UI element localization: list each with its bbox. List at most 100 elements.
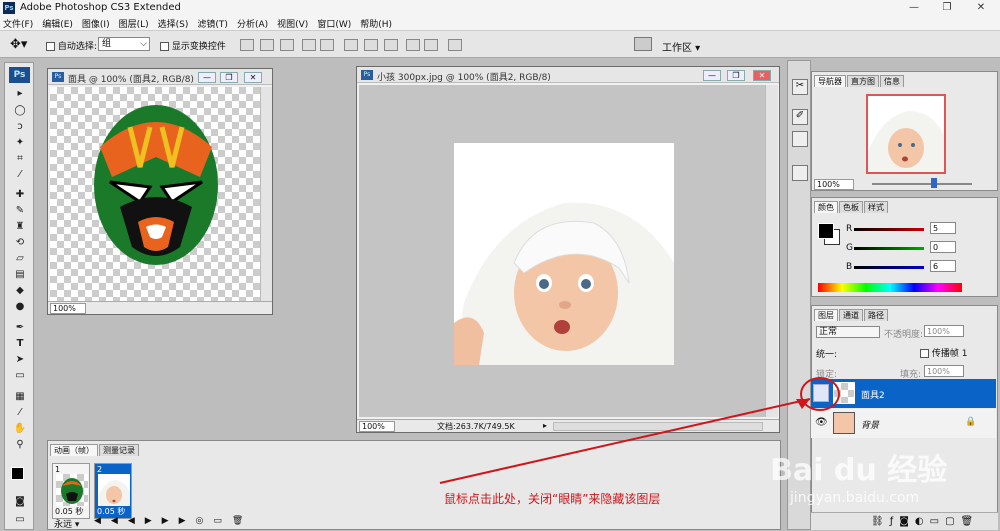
- path-select-icon[interactable]: ➤: [13, 353, 27, 366]
- show-transform-wrap[interactable]: 显示变换控件: [160, 39, 226, 52]
- dodge-tool-icon[interactable]: ●: [13, 300, 27, 313]
- menu-filter[interactable]: 滤镜(T): [197, 17, 228, 30]
- menu-view[interactable]: 视图(V): [277, 17, 308, 30]
- r-slider[interactable]: [854, 228, 924, 231]
- tab-measurement-log[interactable]: 测量记录: [99, 444, 139, 456]
- slice-tool-icon[interactable]: ⁄: [13, 168, 27, 181]
- distribute-left-icon[interactable]: [406, 39, 420, 51]
- show-transform-checkbox[interactable]: [160, 42, 169, 51]
- magic-wand-icon[interactable]: ✦: [13, 136, 27, 149]
- type-tool-icon[interactable]: T: [13, 337, 27, 350]
- restore-button[interactable]: ❐: [727, 70, 745, 81]
- tab-styles[interactable]: 样式: [864, 201, 888, 213]
- quick-mask-icon[interactable]: ◙: [13, 495, 27, 508]
- align-top-icon[interactable]: [240, 39, 254, 51]
- hand-tool-icon[interactable]: ✋: [13, 422, 27, 435]
- tab-navigator[interactable]: 导航器: [814, 75, 846, 87]
- frame-2[interactable]: 2 0.05 秒: [94, 463, 132, 519]
- close-button[interactable]: ✕: [244, 72, 262, 83]
- frame-delay[interactable]: 0.05 秒: [55, 506, 83, 517]
- move-tool-icon[interactable]: ✥▾: [10, 37, 27, 52]
- tab-layers[interactable]: 图层: [814, 309, 838, 321]
- crop-tool-icon[interactable]: ⌗: [13, 152, 27, 165]
- menu-window[interactable]: 窗口(W): [317, 17, 351, 30]
- foreground-color-swatch[interactable]: [11, 467, 24, 480]
- b-slider[interactable]: [854, 266, 924, 269]
- auto-select-checkbox-wrap[interactable]: 自动选择:: [46, 39, 97, 52]
- minimize-button[interactable]: —: [703, 70, 721, 81]
- minimize-button[interactable]: —: [905, 2, 923, 14]
- eraser-tool-icon[interactable]: ▱: [13, 252, 27, 265]
- layer-row-background[interactable]: 👁 背景 🔒: [811, 409, 996, 438]
- healing-brush-icon[interactable]: ✚: [13, 188, 27, 201]
- bridge-icon[interactable]: [634, 37, 652, 51]
- menu-edit[interactable]: 编辑(E): [42, 17, 73, 30]
- restore-button[interactable]: ❐: [938, 2, 956, 14]
- opacity-field[interactable]: 100%: [924, 325, 964, 337]
- vertical-scrollbar[interactable]: [260, 87, 272, 301]
- distribute-top-icon[interactable]: [344, 39, 358, 51]
- loop-select[interactable]: 永远 ▾: [54, 517, 79, 530]
- navigator-zoom-field[interactable]: 100%: [814, 179, 854, 190]
- gradient-tool-icon[interactable]: ▤: [13, 268, 27, 281]
- close-button[interactable]: ✕: [753, 70, 771, 81]
- move-tool-icon[interactable]: ▸: [13, 87, 27, 100]
- menu-layer[interactable]: 图层(L): [119, 17, 149, 30]
- zoom-field[interactable]: 100%: [359, 421, 395, 432]
- align-hcenter-icon[interactable]: [320, 39, 334, 51]
- clone-source-icon[interactable]: [792, 131, 808, 147]
- align-vcenter-icon[interactable]: [260, 39, 274, 51]
- workspace-button[interactable]: 工作区 ▾: [662, 39, 700, 54]
- vertical-scrollbar[interactable]: [765, 85, 778, 417]
- tab-channels[interactable]: 通道: [839, 309, 863, 321]
- notes-tool-icon[interactable]: ▦: [13, 390, 27, 403]
- history-icon[interactable]: [792, 165, 808, 181]
- align-bottom-icon[interactable]: [280, 39, 294, 51]
- canvas-mask[interactable]: [50, 87, 260, 301]
- color-spectrum-bar[interactable]: [818, 283, 962, 292]
- lasso-tool-icon[interactable]: ↄ: [13, 120, 27, 133]
- auto-select-dropdown[interactable]: 组 ⌵: [98, 37, 150, 51]
- screen-mode-icon[interactable]: ▭: [13, 513, 27, 526]
- tab-swatches[interactable]: 色板: [839, 201, 863, 213]
- history-brush-icon[interactable]: ⟲: [13, 236, 27, 249]
- distribute-right-icon[interactable]: [424, 39, 438, 51]
- close-button[interactable]: ✕: [972, 2, 990, 14]
- align-left-icon[interactable]: [302, 39, 316, 51]
- menu-file[interactable]: 文件(F): [3, 17, 33, 30]
- propagate-checkbox[interactable]: [920, 349, 929, 358]
- canvas-area[interactable]: [359, 85, 765, 417]
- eyedropper-icon[interactable]: ⁄: [13, 406, 27, 419]
- distribute-vcenter-icon[interactable]: [364, 39, 378, 51]
- navigator-zoom-slider[interactable]: [872, 183, 972, 185]
- zoom-slider-thumb[interactable]: [931, 178, 937, 188]
- layers-bottom-toolbar[interactable]: ⛓ƒ◙◐▭▢🗑: [811, 512, 998, 530]
- auto-align-icon[interactable]: [448, 39, 462, 51]
- navigator-preview[interactable]: [866, 94, 946, 174]
- tools-preset-icon[interactable]: ✂: [792, 79, 808, 95]
- propagate-wrap[interactable]: 传播帧 1: [920, 346, 967, 359]
- tab-paths[interactable]: 路径: [864, 309, 888, 321]
- tab-info[interactable]: 信息: [880, 75, 904, 87]
- brushes-icon[interactable]: ✐: [792, 109, 808, 125]
- menu-analysis[interactable]: 分析(A): [237, 17, 268, 30]
- document-window-baby[interactable]: Ps 小孩 300px.jpg @ 100% (面具2, RGB/8) — ❐ …: [356, 66, 780, 433]
- tab-color[interactable]: 颜色: [814, 201, 838, 213]
- minimize-button[interactable]: —: [198, 72, 216, 83]
- g-slider[interactable]: [854, 247, 924, 250]
- tab-histogram[interactable]: 直方图: [847, 75, 879, 87]
- menu-select[interactable]: 选择(S): [158, 17, 189, 30]
- shape-tool-icon[interactable]: ▭: [13, 369, 27, 382]
- fill-field[interactable]: 100%: [924, 365, 964, 377]
- document-window-mask[interactable]: Ps 面具 @ 100% (面具2, RGB/8) — ❐ ✕ 100%: [47, 68, 273, 315]
- restore-button[interactable]: ❐: [220, 72, 238, 83]
- blend-mode-dropdown[interactable]: 正常: [816, 326, 880, 338]
- zoom-tool-icon[interactable]: ⚲: [13, 438, 27, 451]
- brush-tool-icon[interactable]: ✎: [13, 204, 27, 217]
- fg-color-swatch[interactable]: [818, 223, 834, 239]
- menu-help[interactable]: 帮助(H): [360, 17, 392, 30]
- menu-image[interactable]: 图像(I): [82, 17, 110, 30]
- b-field[interactable]: 6: [930, 260, 956, 272]
- distribute-bottom-icon[interactable]: [384, 39, 398, 51]
- zoom-field[interactable]: 100%: [50, 303, 86, 314]
